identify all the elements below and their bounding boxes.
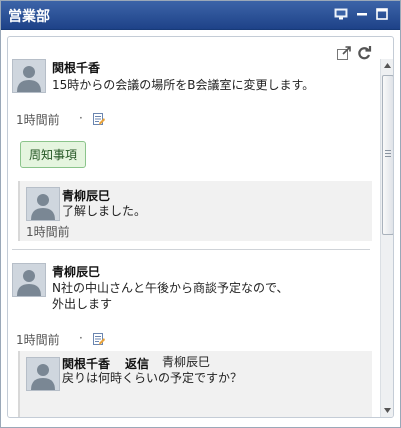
post-author[interactable]: 関根千香	[52, 59, 100, 76]
window-title: 営業部	[8, 9, 50, 25]
reply-memo-icon[interactable]	[92, 332, 106, 346]
feed-panel: 関根千香 15時からの会議の場所をB会議室に変更します。 1時間前 · 周知事項	[7, 36, 394, 418]
reply-author[interactable]: 青柳辰巳	[62, 187, 110, 204]
maximize-icon[interactable]	[375, 7, 389, 21]
widget-content: 関根千香 15時からの会議の場所をB会議室に変更します。 1時間前 · 周知事項	[2, 31, 400, 427]
post-message-line: N社の中山さんと午後から商談予定なので、	[52, 281, 289, 295]
reply-to[interactable]: 青柳辰巳	[162, 354, 210, 370]
vertical-scrollbar[interactable]	[380, 59, 393, 417]
time-separator: ·	[79, 331, 83, 345]
person-icon	[17, 270, 41, 296]
reply-item: 関根千香 返信 青柳辰巳 戻りは何時くらいの予定ですか？	[18, 351, 372, 417]
reply-message: 戻りは何時くらいの予定ですか？	[62, 371, 243, 385]
person-icon	[17, 66, 41, 92]
time-separator: ·	[79, 111, 83, 125]
scroll-down-arrow[interactable]	[381, 404, 393, 417]
notice-tag[interactable]: 周知事項	[20, 141, 87, 168]
reply-time: 1時間前	[26, 225, 70, 239]
avatar[interactable]	[26, 357, 60, 391]
person-icon	[31, 364, 55, 390]
triangle-up-icon	[384, 63, 391, 68]
reply-message: 了解しました。	[62, 204, 147, 218]
reply-item: 青柳辰巳 了解しました。 1時間前	[18, 181, 372, 241]
avatar[interactable]	[26, 187, 60, 221]
minimize-icon[interactable]	[355, 7, 369, 21]
post-message: 15時からの会議の場所をB会議室に変更します。	[52, 78, 315, 92]
post-message-line: 外出します	[52, 297, 113, 311]
post-author[interactable]: 青柳辰巳	[52, 263, 100, 280]
triangle-down-icon	[384, 408, 391, 413]
popout-icon[interactable]	[336, 45, 352, 61]
scroll-thumb[interactable]	[382, 75, 393, 235]
monitor-icon[interactable]	[334, 7, 348, 21]
avatar[interactable]	[12, 59, 46, 93]
titlebar[interactable]: 営業部	[1, 1, 400, 30]
refresh-icon[interactable]	[356, 45, 372, 61]
post-time: 1時間前	[16, 333, 60, 347]
post-divider	[12, 249, 370, 250]
widget-window: 営業部 関根千香 15時からの会議の場所をB会議室に変更します。 1時間前 · …	[0, 0, 401, 428]
scroll-up-arrow[interactable]	[381, 59, 393, 72]
avatar[interactable]	[12, 263, 46, 297]
post-time: 1時間前	[16, 113, 60, 127]
reply-memo-icon[interactable]	[92, 112, 106, 126]
person-icon	[31, 194, 55, 220]
